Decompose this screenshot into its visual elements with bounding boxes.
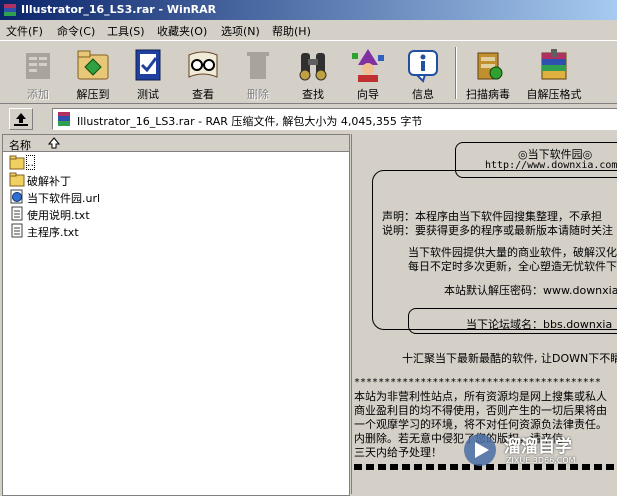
info-label: 信息 — [412, 88, 434, 101]
menu-bar: 文件(F) 命令(C) 工具(S) 收藏夹(O) 选项(N) 帮助(H) — [0, 20, 617, 39]
find-label: 查找 — [302, 88, 324, 101]
internet-shortcut-icon — [10, 189, 23, 204]
file-name: 破解补丁 — [27, 175, 71, 188]
file-name: 主程序.txt — [27, 226, 79, 239]
test-label: 测试 — [137, 88, 159, 101]
list-item[interactable]: 破解补丁 — [3, 171, 349, 188]
text-file-icon — [11, 206, 23, 221]
text-file-icon — [11, 223, 23, 238]
folder-up-icon — [9, 155, 25, 170]
slogan-line: 十汇聚当下最新最酷的软件, 让DOWN下不睛 — [402, 352, 617, 365]
stars-divider: ****************************************… — [354, 377, 601, 388]
delete-label: 删除 — [247, 88, 269, 101]
toolbar: 添加 解压到 测试 查看 删除 查找 向导 信息 扫描病毒 自解压格式 — [0, 40, 617, 104]
watermark-url: ZIXUE.3D66.COM — [506, 456, 576, 465]
sfx-icon — [541, 49, 567, 80]
up-arrow-icon — [14, 113, 28, 126]
extract-to-label: 解压到 — [76, 88, 110, 101]
menu-tools[interactable]: 工具(S) — [107, 23, 145, 39]
watermark-logo-icon — [464, 434, 496, 466]
menu-file[interactable]: 文件(F) — [6, 23, 43, 39]
file-name: 当下软件园.url — [27, 192, 101, 205]
list-item[interactable]: .. — [3, 154, 349, 171]
view-icon — [188, 51, 218, 78]
find-button[interactable]: 查找 — [287, 45, 339, 101]
column-header-name[interactable]: 名称 — [3, 135, 349, 152]
winrar-app-icon[interactable] — [3, 3, 17, 17]
menu-options[interactable]: 选项(N) — [221, 23, 260, 39]
file-name: 使用说明.txt — [27, 209, 90, 222]
info-icon — [408, 50, 438, 83]
extract-to-button[interactable]: 解压到 — [67, 45, 119, 101]
watermark: 溜溜自学 ZIXUE.3D66.COM — [462, 430, 612, 470]
wizard-icon — [352, 49, 384, 82]
list-item[interactable]: 使用说明.txt — [3, 205, 349, 222]
watermark-brand: 溜溜自学 — [504, 437, 572, 457]
view-label: 查看 — [192, 88, 214, 101]
menu-help[interactable]: 帮助(H) — [272, 23, 311, 39]
sfx-label: 自解压格式 — [526, 88, 582, 101]
statement-line-2: 说明：要获得更多的程序或最新版本请随时关注 — [382, 224, 613, 237]
toolbar-separator — [455, 47, 457, 99]
file-list-pane[interactable]: 名称 .. 破解补丁 当下软件园.url 使用说明.txt 主程序.txt — [2, 134, 350, 496]
add-archive-icon — [26, 53, 50, 79]
rar-archive-icon — [58, 112, 70, 126]
test-button[interactable]: 测试 — [122, 45, 174, 101]
virus-scan-icon — [477, 52, 503, 80]
notice-line-5: 三天内给予处理！ — [354, 446, 442, 459]
archive-path-field[interactable]: Illustrator_16_LS3.rar - RAR 压缩文件, 解包大小为… — [52, 108, 617, 130]
sort-ascending-icon — [47, 137, 61, 149]
menu-favorites[interactable]: 收藏夹(O) — [157, 23, 207, 39]
info-button[interactable]: 信息 — [397, 45, 449, 101]
column-name-label: 名称 — [9, 139, 31, 152]
title-bar: Illustrator_16_LS3.rar - WinRAR — [0, 0, 617, 20]
virus-scan-button[interactable]: 扫描病毒 — [462, 45, 514, 101]
archive-path-text: Illustrator_16_LS3.rar - RAR 压缩文件, 解包大小为… — [77, 115, 423, 128]
sfx-button[interactable]: 自解压格式 — [524, 45, 584, 101]
list-item[interactable]: 主程序.txt — [3, 222, 349, 239]
window-title: Illustrator_16_LS3.rar - WinRAR — [21, 3, 217, 16]
forum-line: 当下论坛域名：bbs.downxia — [466, 318, 613, 331]
virus-scan-label: 扫描病毒 — [466, 88, 510, 101]
delete-button[interactable]: 删除 — [232, 45, 284, 101]
info-line-2: 每日不定时多次更新，全心塑造无忧软件下载 — [408, 260, 617, 273]
extract-to-icon — [77, 50, 109, 80]
wizard-label: 向导 — [357, 88, 379, 101]
menu-commands[interactable]: 命令(C) — [57, 23, 95, 39]
find-icon — [299, 53, 327, 81]
view-button[interactable]: 查看 — [177, 45, 229, 101]
list-item[interactable]: 当下软件园.url — [3, 188, 349, 205]
up-folder-button[interactable] — [9, 108, 33, 130]
add-label: 添加 — [27, 88, 49, 101]
delete-icon — [247, 52, 269, 79]
password-line: 本站默认解压密码：www.downxia — [444, 284, 617, 297]
add-button[interactable]: 添加 — [12, 45, 64, 101]
wizard-button[interactable]: 向导 — [342, 45, 394, 101]
file-name: .. — [26, 155, 35, 170]
folder-icon — [9, 172, 25, 187]
test-icon — [135, 49, 161, 81]
address-bar: Illustrator_16_LS3.rar - RAR 压缩文件, 解包大小为… — [0, 104, 617, 132]
